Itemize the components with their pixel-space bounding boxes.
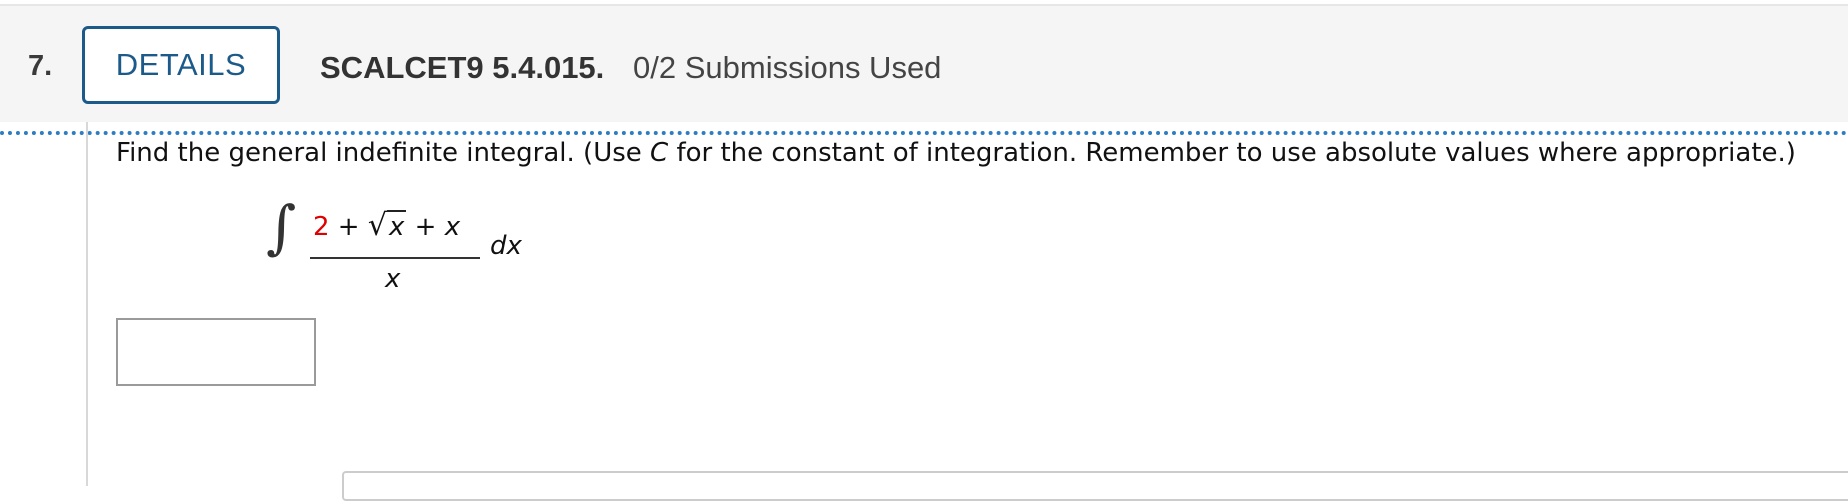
left-divider — [86, 122, 88, 486]
instruction-text-1: Find the general indefinite integral. (U… — [116, 138, 651, 168]
differential: dx — [490, 231, 522, 261]
numerator-plus-1: + — [329, 212, 368, 242]
details-button[interactable]: DETAILS — [82, 26, 280, 104]
fraction-bar — [310, 257, 480, 259]
integral-symbol: ∫ — [266, 193, 297, 261]
numerator-constant: 2 — [313, 212, 330, 242]
fraction-numerator: 2 + √x + x — [313, 208, 460, 243]
answer-input[interactable] — [116, 318, 316, 386]
square-root: √x — [368, 208, 407, 243]
fraction-denominator: x — [385, 264, 401, 294]
dotted-separator — [0, 131, 1848, 135]
submissions-status: 0/2 Submissions Used — [633, 50, 942, 85]
question-number: 7. — [28, 50, 53, 82]
numerator-variable: x — [444, 212, 461, 242]
radicand: x — [387, 210, 407, 242]
radical-symbol: √ — [367, 208, 387, 243]
question-code: SCALCET9 5.4.015. — [320, 50, 605, 85]
constant-variable: C — [650, 138, 669, 168]
problem-instructions: Find the general indefinite integral. (U… — [116, 138, 1796, 168]
question-header: 7. DETAILS SCALCET9 5.4.015. 0/2 Submiss… — [0, 4, 1848, 122]
instruction-text-2: for the constant of integration. Remembe… — [668, 138, 1796, 168]
numerator-plus-2: + — [406, 212, 445, 242]
bottom-panel — [342, 471, 1848, 501]
